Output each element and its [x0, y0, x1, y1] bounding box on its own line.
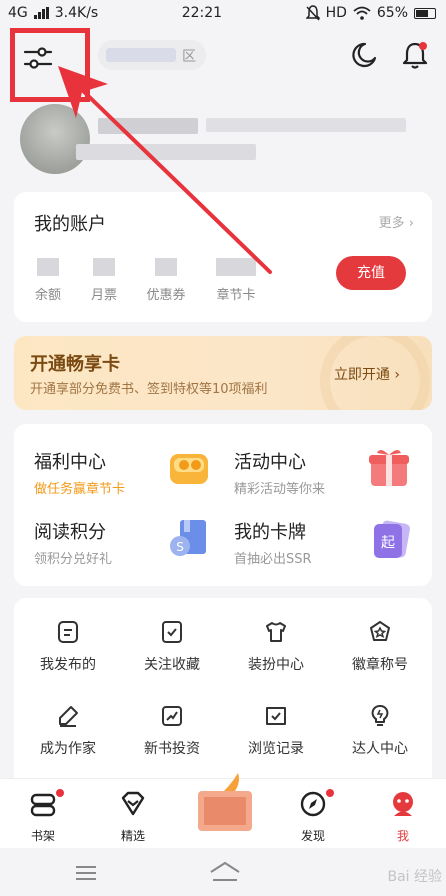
account-more-link[interactable]: 更多 ›	[379, 212, 414, 231]
home-icon[interactable]	[208, 860, 242, 884]
welfare-center[interactable]: 福利中心 做任务赢章节卡	[34, 448, 125, 497]
tab-me[interactable]: 我	[368, 789, 438, 844]
follow-favorites[interactable]: 关注收藏	[122, 620, 222, 674]
settings-sliders-icon	[23, 47, 53, 69]
svg-text:起: 起	[381, 535, 395, 551]
network-speed: 3.4K/s	[54, 5, 99, 21]
account-card: 我的账户 更多 › 余额 月票 优惠券 章节卡 充值	[14, 192, 432, 322]
blurred-value	[37, 258, 59, 276]
check-box-icon	[162, 621, 182, 643]
tab-discover[interactable]: 发现	[278, 789, 348, 844]
blurred-subinfo	[76, 144, 256, 160]
menu-icon[interactable]	[74, 864, 98, 882]
diamond-icon	[121, 791, 145, 816]
battery-icon	[414, 7, 436, 19]
system-nav-bar	[0, 848, 446, 896]
my-published[interactable]: 我发布的	[18, 620, 118, 674]
account-monthly-ticket[interactable]: 月票	[74, 258, 134, 303]
promo-mascot-icon	[198, 773, 252, 831]
browsing-history[interactable]: 浏览记录	[226, 704, 326, 758]
bookshelf-icon	[30, 793, 56, 817]
my-cards[interactable]: 我的卡牌 首抽必出SSR	[234, 518, 312, 567]
hd-label: HD	[325, 5, 347, 21]
night-mode-icon[interactable]	[348, 40, 378, 70]
mute-icon	[305, 5, 320, 21]
settings-button[interactable]	[10, 28, 90, 102]
vip-title: 开通畅享卡	[30, 354, 120, 375]
center-promo-button[interactable]	[180, 769, 266, 839]
blurred-info	[206, 118, 406, 132]
compass-icon	[300, 791, 326, 817]
svg-text:S: S	[176, 540, 184, 554]
document-icon	[58, 621, 78, 643]
blurred-value	[93, 258, 115, 276]
gift-icon	[369, 449, 409, 486]
vip-open-button[interactable]: 立即开通 ›	[334, 364, 400, 384]
blurred-value	[155, 258, 177, 276]
battery-percent: 65%	[376, 5, 408, 21]
notification-dot	[326, 789, 334, 797]
pen-icon	[59, 706, 78, 727]
status-bar: 4G 3.4K/s 22:21 HD 65%	[0, 0, 446, 26]
benefits-card: 福利中心 做任务赢章节卡 活动中心 精彩活动等你来 阅读积分 领积分兑好礼 S 我的卡…	[14, 424, 432, 586]
bottom-tab-bar: 书架 精选 发现 我	[0, 773, 446, 848]
reading-points[interactable]: 阅读积分 领积分兑好礼	[34, 518, 112, 567]
clock: 22:21	[181, 5, 223, 21]
blurred-username	[98, 118, 198, 134]
wifi-icon	[353, 6, 371, 20]
notification-bell-icon[interactable]	[400, 40, 430, 70]
points-book-icon: S	[170, 520, 206, 556]
tab-featured[interactable]: 精选	[98, 789, 168, 844]
tshirt-icon	[266, 622, 286, 642]
profile-mascot-icon	[393, 792, 413, 816]
vip-banner[interactable]: 开通畅享卡 开通享部分免费书、签到特权等10项福利 立即开通 ›	[14, 336, 432, 410]
tab-bookshelf[interactable]: 书架	[8, 789, 78, 844]
signal-icon	[33, 7, 49, 19]
new-book-investment[interactable]: 新书投资	[122, 704, 222, 758]
blurred-text	[106, 48, 176, 62]
blurred-value	[216, 258, 256, 276]
activity-center[interactable]: 活动中心 精彩活动等你来	[234, 448, 325, 497]
vip-subtitle: 开通享部分免费书、签到特权等10项福利	[30, 382, 268, 397]
account-chapter-card[interactable]: 章节卡	[206, 258, 266, 303]
dress-up-center[interactable]: 装扮中心	[226, 620, 326, 674]
account-title: 我的账户	[34, 214, 106, 235]
account-balance[interactable]: 余额	[18, 258, 78, 303]
functions-card: 我发布的 关注收藏 装扮中心 徽章称号 成为作家 新书投资 浏览记录 达人中心	[14, 598, 432, 788]
region-pill[interactable]: 区	[98, 40, 206, 70]
badges-titles[interactable]: 徽章称号	[330, 620, 430, 674]
header: 区	[0, 26, 446, 102]
expert-center[interactable]: 达人中心	[330, 704, 430, 758]
profile-section[interactable]	[16, 100, 436, 176]
coin-icon	[170, 454, 208, 484]
badge-icon	[370, 621, 390, 641]
watermark: Bai 经验	[387, 869, 442, 885]
card-deck-icon: 起	[374, 520, 410, 558]
recharge-button[interactable]: 充值	[336, 256, 406, 290]
region-suffix: 区	[182, 49, 196, 65]
become-author[interactable]: 成为作家	[18, 704, 118, 758]
history-icon	[266, 707, 286, 725]
network-type: 4G	[8, 5, 28, 21]
lightbulb-icon	[371, 705, 389, 726]
trend-chart-icon	[162, 706, 182, 726]
avatar[interactable]	[20, 104, 90, 174]
notification-dot	[56, 789, 64, 797]
account-coupon[interactable]: 优惠券	[136, 258, 196, 303]
